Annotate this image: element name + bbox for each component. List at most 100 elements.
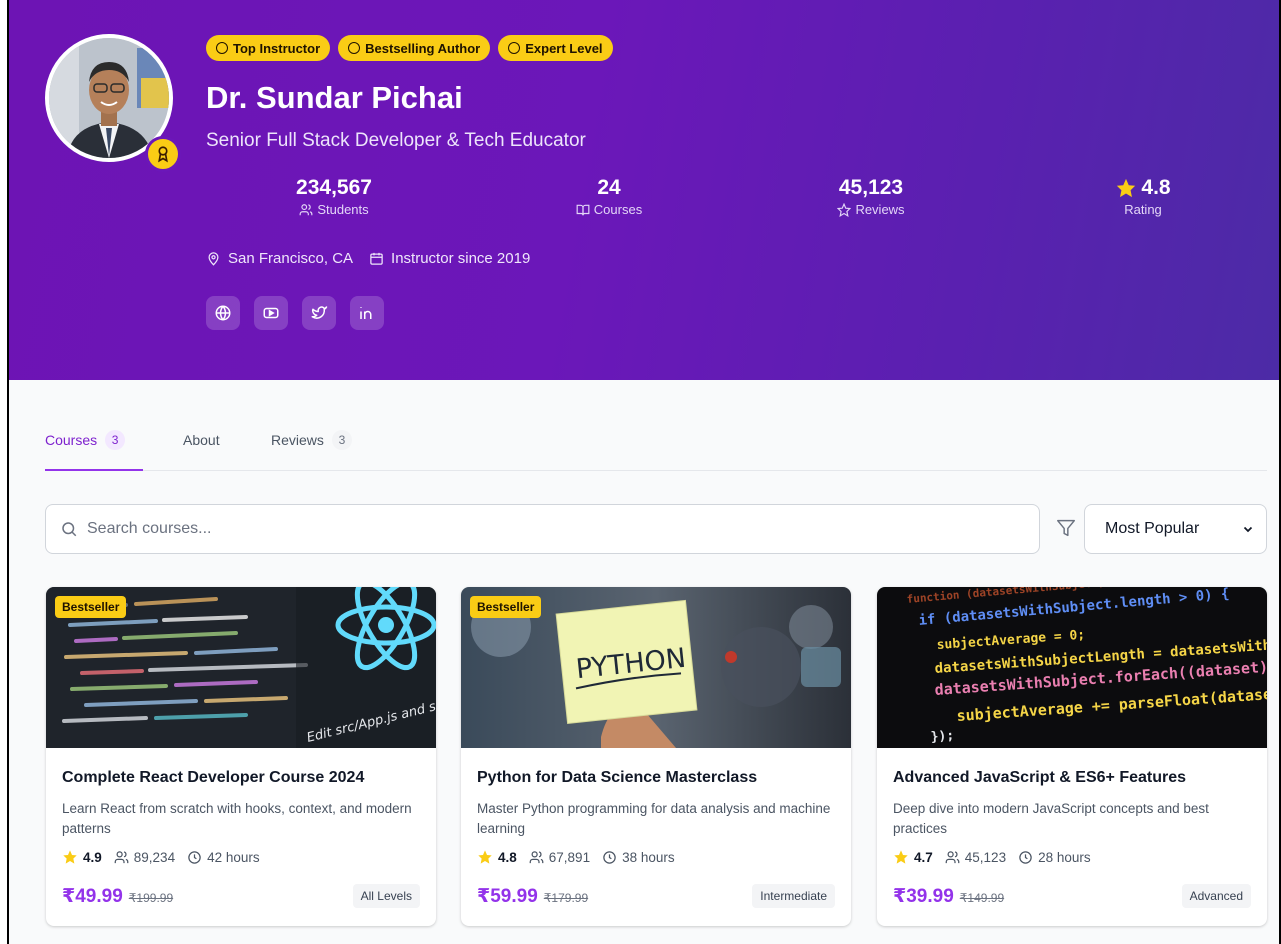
filter-icon[interactable] bbox=[1055, 517, 1077, 539]
tab-courses[interactable]: Courses 3 bbox=[45, 430, 143, 471]
course-level-badge: Intermediate bbox=[752, 884, 835, 908]
tab-label: Reviews bbox=[271, 432, 324, 448]
chevron-down-icon bbox=[1243, 526, 1253, 533]
course-students: 67,891 bbox=[548, 849, 591, 865]
sort-select[interactable]: Most Popular bbox=[1084, 504, 1267, 554]
globe-icon bbox=[215, 305, 231, 321]
course-title[interactable]: Python for Data Science Masterclass bbox=[477, 769, 835, 787]
twitter-link[interactable] bbox=[302, 296, 336, 330]
circle-icon bbox=[508, 42, 521, 54]
course-card[interactable]: PYTHON Bestseller Python for Data Scienc… bbox=[461, 587, 851, 926]
calendar-icon bbox=[370, 252, 383, 265]
sort-selected-value: Most Popular bbox=[1105, 520, 1200, 537]
stat-value: 4.8 bbox=[1141, 176, 1171, 199]
stat-courses: 24 Courses bbox=[529, 176, 689, 217]
course-duration: 38 hours bbox=[622, 849, 675, 865]
stat-label: Students bbox=[317, 202, 369, 217]
youtube-icon bbox=[263, 307, 279, 319]
star-outline-icon bbox=[837, 202, 852, 217]
course-duration: 42 hours bbox=[207, 849, 260, 865]
instructor-since-text: Instructor since 2019 bbox=[391, 250, 531, 267]
clock-icon bbox=[1019, 850, 1032, 864]
stat-label: Courses bbox=[593, 202, 643, 217]
stat-label: Rating bbox=[1124, 202, 1162, 217]
stat-value: 234,567 bbox=[296, 176, 372, 199]
linkedin-icon bbox=[360, 307, 372, 319]
profile-tabs: Courses 3 About Reviews 3 bbox=[45, 420, 1267, 471]
stat-label: Reviews bbox=[855, 202, 905, 217]
map-pin-icon bbox=[208, 252, 219, 266]
stat-rating: 4.8 Rating bbox=[1063, 176, 1223, 217]
code-line: }); bbox=[930, 728, 954, 745]
instructor-name: Dr. Sundar Pichai bbox=[206, 80, 463, 115]
website-link[interactable] bbox=[206, 296, 240, 330]
course-original-price: ₹179.99 bbox=[543, 890, 589, 905]
star-filled-icon bbox=[894, 850, 908, 864]
star-filled-icon bbox=[1117, 178, 1136, 198]
tab-count: 3 bbox=[105, 430, 126, 450]
stat-value: 45,123 bbox=[838, 176, 904, 199]
tab-label: Courses bbox=[45, 432, 98, 448]
youtube-link[interactable] bbox=[254, 296, 288, 330]
course-rating: 4.8 bbox=[498, 849, 517, 865]
course-thumbnail: PYTHON Bestseller bbox=[461, 587, 851, 748]
course-rating: 4.7 bbox=[914, 849, 933, 865]
circle-icon bbox=[348, 42, 361, 54]
search-box bbox=[45, 504, 1040, 554]
badge-bestselling-author: Bestselling Author bbox=[338, 35, 491, 61]
course-price: ₹59.99 bbox=[477, 885, 538, 907]
tab-about[interactable]: About bbox=[183, 430, 220, 471]
course-thumbnail: Edit src/App.js and save to reload Bests… bbox=[46, 587, 436, 748]
badge-expert-level: Expert Level bbox=[498, 35, 613, 61]
twitter-icon bbox=[311, 306, 328, 319]
circle-icon bbox=[216, 42, 228, 54]
linkedin-link[interactable] bbox=[350, 296, 384, 330]
users-icon bbox=[945, 850, 960, 863]
stat-value: 24 bbox=[597, 176, 621, 199]
bestseller-badge: Bestseller bbox=[470, 596, 542, 618]
search-icon bbox=[62, 522, 77, 537]
course-original-price: ₹149.99 bbox=[959, 890, 1005, 905]
location-text: San Francisco, CA bbox=[228, 250, 354, 267]
tab-label: About bbox=[183, 432, 220, 448]
users-icon bbox=[114, 850, 129, 863]
stat-reviews: 45,123 Reviews bbox=[791, 176, 951, 217]
users-icon bbox=[299, 203, 313, 215]
badge-top-instructor: Top Instructor bbox=[206, 35, 331, 61]
tab-reviews[interactable]: Reviews 3 bbox=[271, 430, 352, 471]
course-title[interactable]: Complete React Developer Course 2024 bbox=[62, 769, 420, 787]
tab-count: 3 bbox=[331, 430, 352, 450]
course-thumbnail: function (datasetsWithSubject) { if (dat… bbox=[877, 587, 1267, 748]
course-card[interactable]: Edit src/App.js and save to reload Bests… bbox=[46, 587, 436, 926]
course-description: Master Python programming for data analy… bbox=[477, 801, 831, 836]
course-card[interactable]: function (datasetsWithSubject) { if (dat… bbox=[877, 587, 1267, 926]
instructor-hero: Top Instructor Bestselling Author Expert… bbox=[9, 0, 1279, 380]
star-filled-icon bbox=[63, 850, 77, 864]
course-price: ₹39.99 bbox=[893, 885, 954, 907]
star-filled-icon bbox=[478, 850, 492, 864]
course-description: Deep dive into modern JavaScript concept… bbox=[893, 801, 1209, 836]
course-duration: 28 hours bbox=[1038, 849, 1091, 865]
award-icon bbox=[145, 136, 181, 172]
users-icon bbox=[529, 850, 544, 863]
course-students: 45,123 bbox=[964, 849, 1007, 865]
window-frame-left bbox=[0, 0, 9, 944]
course-students: 89,234 bbox=[133, 849, 176, 865]
instructor-title: Senior Full Stack Developer & Tech Educa… bbox=[206, 130, 586, 151]
course-rating: 4.9 bbox=[83, 849, 102, 865]
course-level-badge: Advanced bbox=[1181, 884, 1251, 908]
search-input[interactable] bbox=[87, 520, 987, 538]
course-price: ₹49.99 bbox=[62, 885, 123, 907]
bestseller-badge: Bestseller bbox=[55, 596, 127, 618]
stat-students: 234,567 Students bbox=[254, 176, 414, 217]
clock-icon bbox=[603, 850, 616, 864]
course-level-badge: All Levels bbox=[352, 884, 420, 908]
course-description: Learn React from scratch with hooks, con… bbox=[62, 801, 412, 836]
course-title[interactable]: Advanced JavaScript & ES6+ Features bbox=[893, 769, 1251, 787]
clock-icon bbox=[188, 850, 201, 864]
course-original-price: ₹199.99 bbox=[128, 890, 174, 905]
instructor-meta: San Francisco, CA Instructor since 2019 bbox=[206, 250, 530, 267]
book-open-icon bbox=[576, 204, 590, 215]
social-links bbox=[206, 296, 384, 330]
instructor-badges: Top Instructor Bestselling Author Expert… bbox=[206, 35, 613, 61]
